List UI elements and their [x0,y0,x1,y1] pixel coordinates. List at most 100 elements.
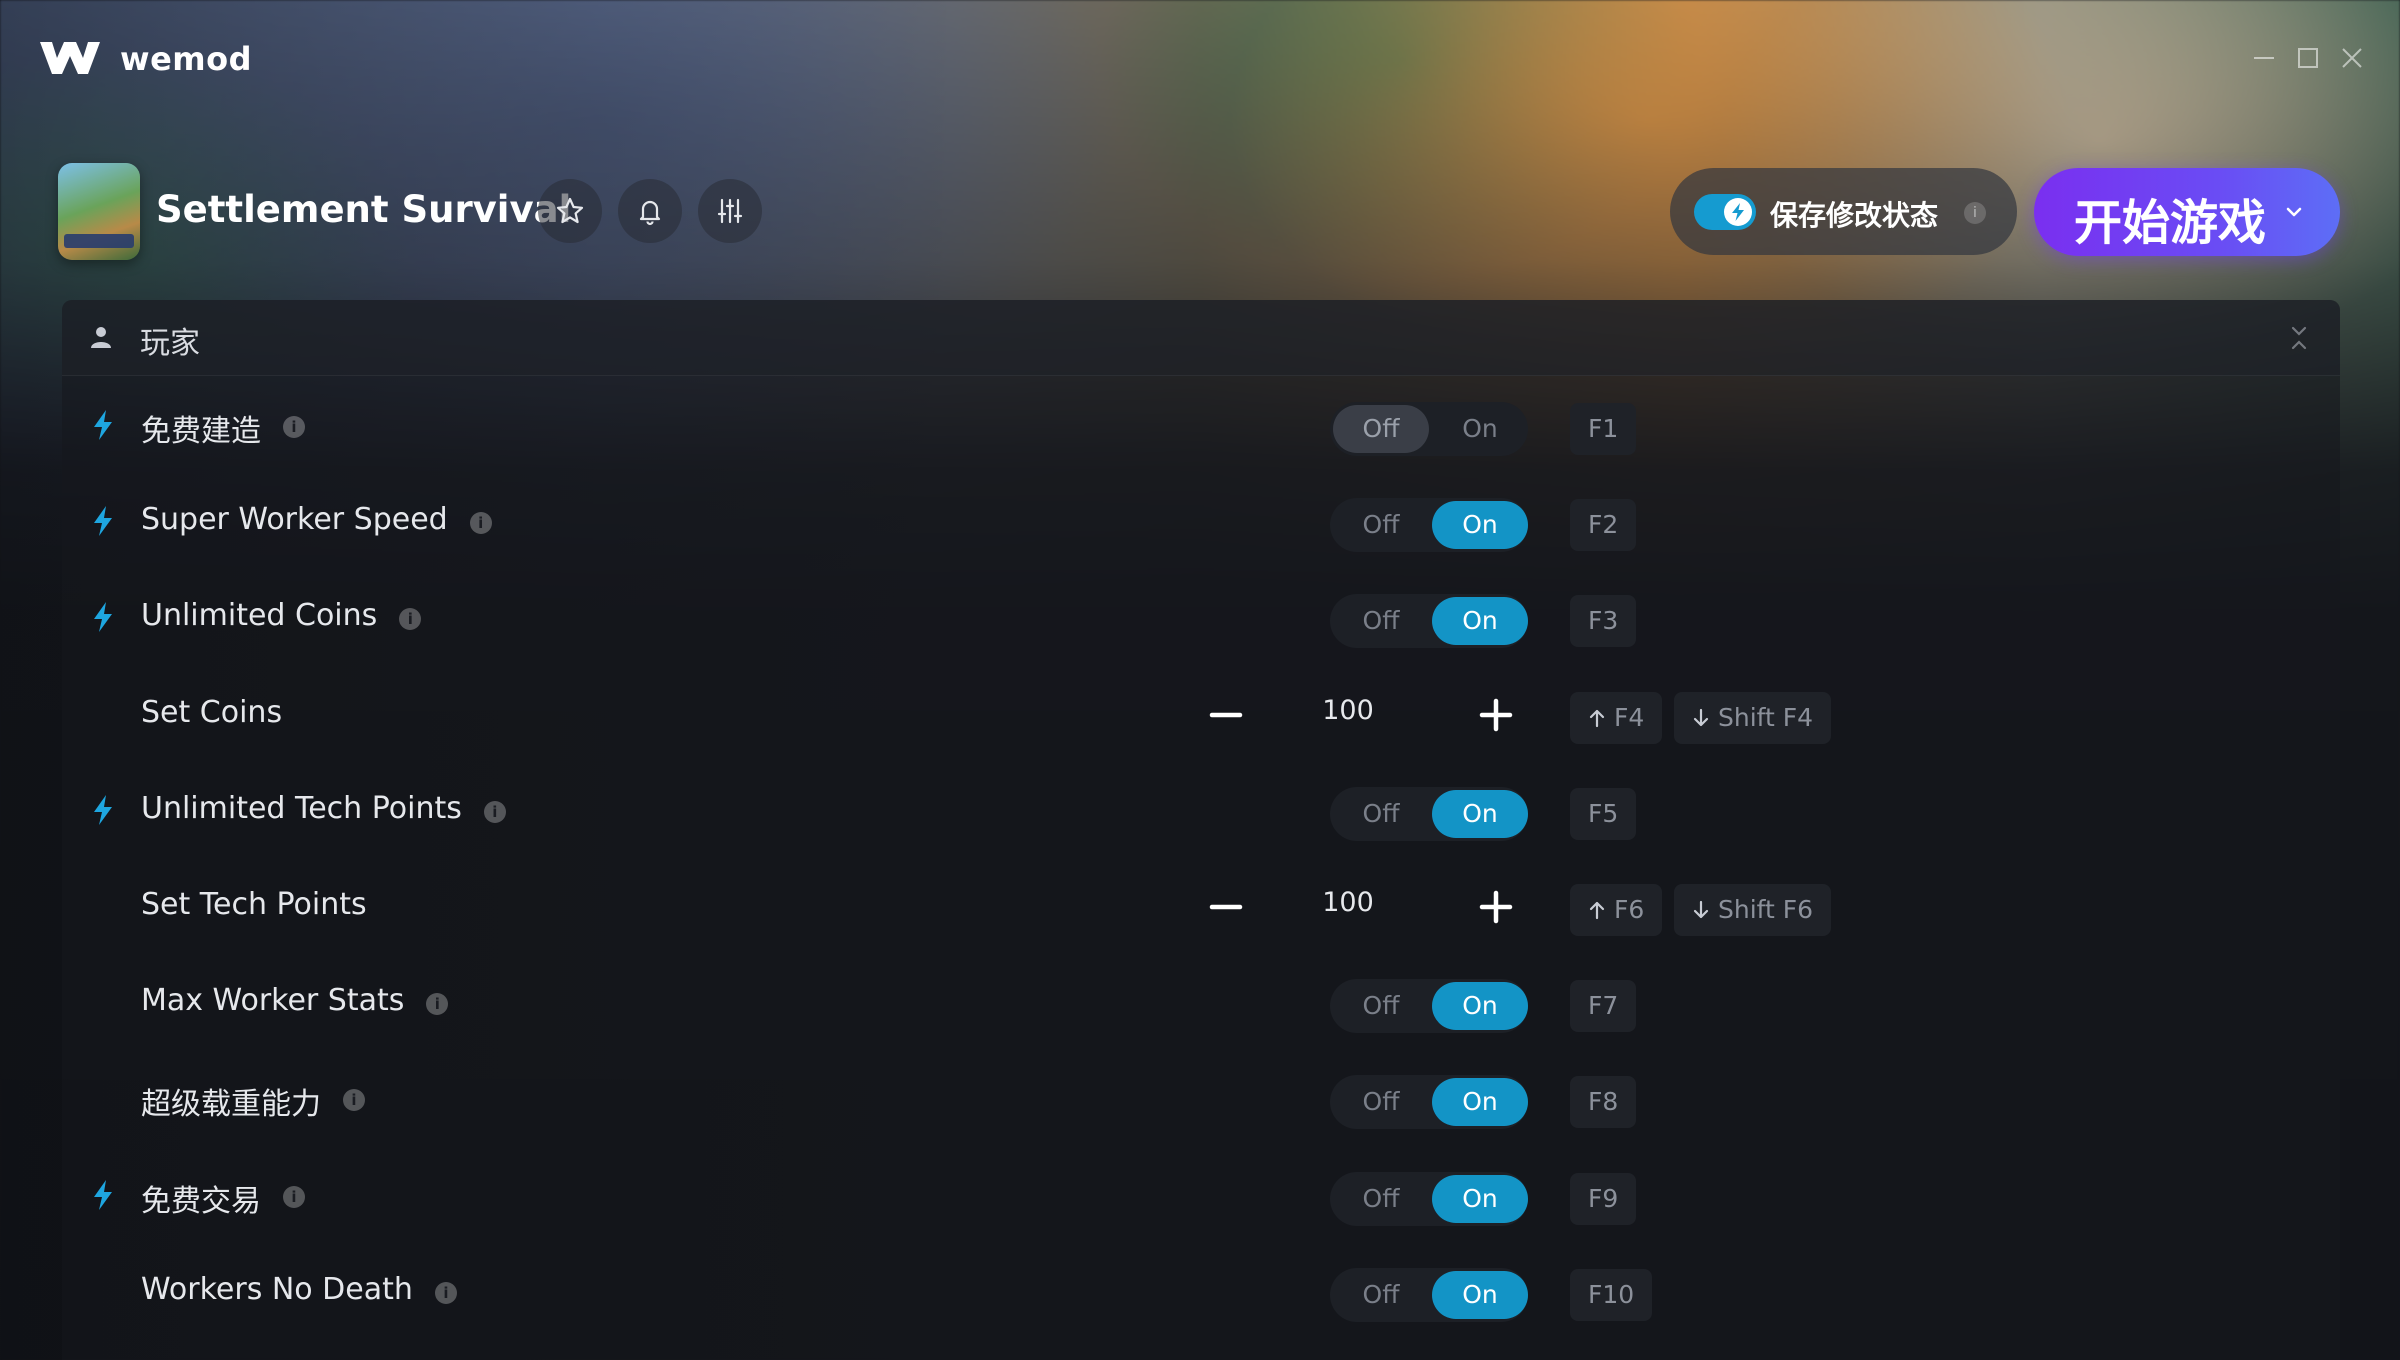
bell-icon [639,200,661,226]
info-icon[interactable]: i [426,993,449,1016]
hotkey-text: F6 [1614,895,1645,924]
toggle-on-option[interactable]: On [1432,597,1528,646]
sliders-icon [717,198,743,224]
cheat-label: Set Coins [141,694,283,730]
bolt-icon [94,506,112,537]
hotkey-badge: F9 [1570,1172,1637,1225]
cheat-toggle[interactable]: Off On [1330,979,1528,1034]
cheat-toggle[interactable]: Off On [1330,402,1528,456]
toggle-off-option[interactable]: Off [1333,501,1429,549]
save-mods-toggle[interactable] [1694,194,1756,230]
toggle-off-option[interactable]: Off [1333,1271,1429,1319]
info-icon[interactable]: i [343,1089,365,1112]
cheat-toggle[interactable]: Off On [1330,1075,1528,1130]
toggle-off-option[interactable]: Off [1333,1175,1429,1223]
number-cheat-row: Set Coins 100 F4 Shift F4 [62,667,2340,763]
increase-button[interactable] [1478,889,1514,925]
cheat-toggle[interactable]: Off On [1330,594,1528,649]
toggle-on-option[interactable]: On [1432,982,1528,1031]
toggle-off-option[interactable]: Off [1333,597,1429,645]
cheat-label: 超级载重能力 [141,1087,321,1123]
number-value[interactable]: 100 [1290,695,1406,726]
cheat-toggle[interactable]: Off On [1330,786,1528,841]
toggle-cheat-row: Workers No Death i Off On F10 [62,1244,2340,1340]
cheat-toggle[interactable]: Off On [1330,1171,1528,1226]
toggle-off-option[interactable]: Off [1333,982,1429,1030]
number-value[interactable]: 100 [1290,887,1406,918]
toggle-cheat-row: 免费交易 i Off On F9 [62,1148,2340,1244]
save-mods-label: 保存修改状态 [1770,199,1939,232]
info-icon[interactable]: i [283,1185,305,1208]
hotkey-text: Shift F4 [1718,702,1814,732]
minimize-icon[interactable] [2250,44,2278,72]
hotkey-badge: F8 [1570,1076,1637,1129]
favorite-button[interactable] [538,179,602,243]
game-settings-button[interactable] [698,179,762,243]
cheats-panel: 玩家 免费建造 i Off On F1 Super Worker Speed i Off On F… [62,300,2340,1360]
hotkey-text: Shift F6 [1718,895,1814,924]
close-icon[interactable] [2338,44,2366,72]
decrease-button[interactable] [1208,697,1244,733]
decrease-button[interactable] [1208,889,1244,925]
cheat-label: Unlimited Tech Points [141,790,462,826]
toggle-cheat-row: 免费建造 i Off On F1 [62,378,2340,474]
toggle-knob [1724,198,1752,226]
increase-hotkey-badge: F6 [1570,884,1663,936]
cheat-toggle[interactable]: Off On [1330,498,1528,553]
toggle-on-option[interactable]: On [1432,1270,1528,1319]
toggle-off-option[interactable]: Off [1333,1078,1429,1126]
hotkey-badge: F10 [1570,1268,1653,1321]
section-title: 玩家 [140,326,200,361]
save-mods-info-icon[interactable]: i [1964,202,1986,224]
increase-hotkey-badge: F4 [1570,691,1663,744]
info-icon[interactable]: i [483,800,506,823]
info-icon[interactable]: i [283,416,305,438]
info-icon[interactable]: i [434,1281,457,1304]
info-icon[interactable]: i [469,512,492,535]
hotkey-badge: F2 [1570,499,1637,552]
play-button-label: 开始游戏 [2074,195,2267,251]
maximize-icon[interactable] [2294,44,2322,72]
play-button[interactable]: 开始游戏 [2034,168,2340,256]
arrow-up-icon [1589,901,1605,920]
chevron-down-icon[interactable] [2282,200,2306,224]
collapse-icon[interactable] [2288,324,2310,352]
user-icon [91,327,111,348]
bolt-icon [94,602,112,633]
toggle-cheat-row: Super Worker Speed i Off On F2 [62,474,2340,570]
game-thumbnail [58,163,140,260]
cheat-label: Max Worker Stats [141,983,405,1019]
decrease-hotkey-badge: Shift F6 [1674,884,1832,936]
hotkey-badge: F7 [1570,980,1637,1033]
increase-button[interactable] [1478,697,1514,733]
toggle-on-option[interactable]: On [1432,789,1528,838]
toggle-off-option[interactable]: Off [1333,405,1429,453]
bolt-icon [94,410,112,440]
star-icon [556,197,584,224]
arrow-up-icon [1589,709,1605,727]
bolt-icon [94,794,112,825]
decrease-hotkey-badge: Shift F4 [1674,691,1832,744]
hotkey-badge: F1 [1570,403,1637,455]
toggle-cheat-row: 超级载重能力 i Off On F8 [62,1051,2340,1147]
notifications-button[interactable] [618,179,682,243]
toggle-on-option[interactable]: On [1432,501,1528,550]
hotkey-badge: F3 [1570,595,1637,648]
toggle-cheat-row: Max Worker Stats i Off On F7 [62,955,2340,1051]
toggle-on-option[interactable]: On [1432,1078,1528,1127]
section-header-player[interactable]: 玩家 [62,300,2340,376]
toggle-cheat-row: Unlimited Coins i Off On F3 [62,570,2340,666]
toggle-on-option[interactable]: On [1432,1174,1528,1223]
toggle-on-option[interactable]: On [1432,405,1528,453]
number-cheat-row: Set Tech Points 100 F6 Shift F6 [62,859,2340,955]
hotkey-text: F4 [1614,702,1645,732]
cheat-label: Super Worker Speed [141,502,448,538]
cheat-toggle[interactable]: Off On [1330,1267,1528,1322]
cheat-label: 免费建造 [141,414,261,449]
info-icon[interactable]: i [399,608,422,631]
cheat-label: 免费交易 [141,1183,261,1219]
toggle-off-option[interactable]: Off [1333,790,1429,838]
bolt-icon [1732,203,1744,221]
hotkey-badge: F5 [1570,787,1637,840]
save-mods-control: 保存修改状态 i [1670,168,2017,255]
